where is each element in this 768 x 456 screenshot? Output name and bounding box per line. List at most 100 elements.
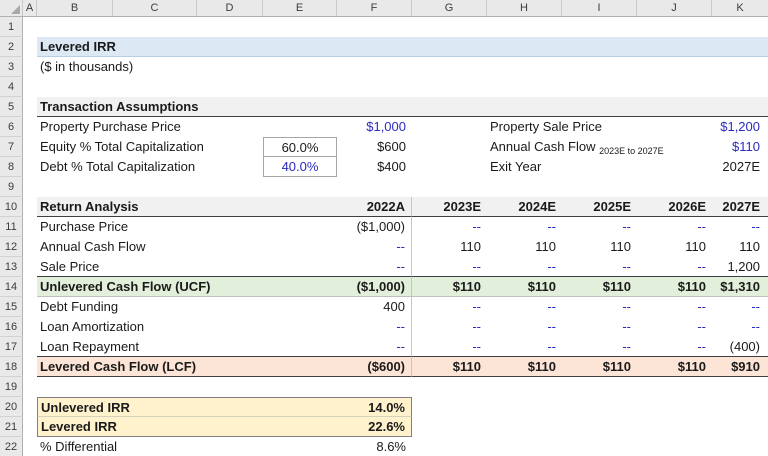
cell-value[interactable]: -- [487, 317, 562, 337]
cell-value[interactable]: $110 [637, 277, 712, 297]
cell-value[interactable]: 110 [487, 237, 562, 257]
empty-cell[interactable] [37, 17, 768, 37]
empty-cell[interactable] [412, 117, 487, 137]
cell-value[interactable]: -- [487, 337, 562, 357]
empty-cell[interactable] [23, 77, 37, 97]
row-header-15[interactable]: 15 [0, 297, 23, 317]
column-header-e[interactable]: E [263, 0, 337, 16]
select-all-corner[interactable] [0, 0, 23, 16]
cell-value[interactable]: -- [412, 257, 487, 277]
row-header-7[interactable]: 7 [0, 137, 23, 157]
row-header-3[interactable]: 3 [0, 57, 23, 77]
cell-value[interactable]: -- [337, 317, 412, 337]
cell-value[interactable]: $110 [562, 277, 637, 297]
equity-amount-value[interactable]: $600 [337, 137, 412, 157]
row-loan-repayment-label[interactable]: Loan Repayment [37, 337, 337, 357]
column-header-d[interactable]: D [197, 0, 263, 16]
row-header-5[interactable]: 5 [0, 97, 23, 117]
empty-cell[interactable] [412, 137, 487, 157]
cell-value[interactable]: 110 [712, 237, 768, 257]
row-header-2[interactable]: 2 [0, 37, 23, 57]
cell-value[interactable]: $110 [562, 357, 637, 377]
exit-year-value[interactable]: 2027E [712, 157, 768, 177]
row-purchase-price-label[interactable]: Purchase Price [37, 217, 337, 237]
annual-cash-flow-label[interactable]: Annual Cash Flow 2023E to 2027E [487, 137, 712, 157]
cell-value[interactable]: -- [337, 237, 412, 257]
row-header-4[interactable]: 4 [0, 77, 23, 97]
cell-value[interactable]: -- [712, 217, 768, 237]
row-loan-amortization-label[interactable]: Loan Amortization [37, 317, 337, 337]
empty-cell[interactable] [23, 297, 37, 317]
cell-value[interactable]: -- [412, 317, 487, 337]
page-title[interactable]: Levered IRR [37, 37, 768, 57]
empty-cell[interactable] [263, 117, 337, 137]
cell-value[interactable]: -- [637, 297, 712, 317]
cell-value[interactable]: -- [637, 257, 712, 277]
year-header-2025e[interactable]: 2025E [562, 197, 637, 217]
empty-cell[interactable] [23, 337, 37, 357]
cell-value[interactable]: -- [562, 217, 637, 237]
units-label[interactable]: ($ in thousands) [37, 57, 768, 77]
empty-cell[interactable] [23, 137, 37, 157]
empty-cell[interactable] [23, 197, 37, 217]
levered-irr-value[interactable]: 22.6% [337, 417, 412, 437]
cell-value[interactable]: 110 [637, 237, 712, 257]
row-header-1[interactable]: 1 [0, 17, 23, 37]
cell-value[interactable]: -- [712, 317, 768, 337]
cell-value[interactable]: -- [637, 317, 712, 337]
empty-cell[interactable] [412, 157, 487, 177]
empty-cell[interactable] [23, 257, 37, 277]
cell-value[interactable]: 110 [412, 237, 487, 257]
assumptions-section-header[interactable]: Transaction Assumptions [37, 97, 768, 117]
empty-cell[interactable] [412, 437, 768, 456]
empty-cell[interactable] [23, 317, 37, 337]
row-header-20[interactable]: 20 [0, 397, 23, 417]
empty-cell[interactable] [23, 97, 37, 117]
cell-value[interactable]: -- [562, 257, 637, 277]
empty-cell[interactable] [37, 77, 768, 97]
cell-value[interactable]: $110 [412, 357, 487, 377]
levered-irr-label[interactable]: Levered IRR [37, 417, 337, 437]
year-header-2022a[interactable]: 2022A [337, 197, 412, 217]
row-header-14[interactable]: 14 [0, 277, 23, 297]
cell-value[interactable]: $110 [487, 357, 562, 377]
column-header-g[interactable]: G [412, 0, 487, 16]
equity-pct-label[interactable]: Equity % Total Capitalization [37, 137, 263, 157]
annual-cash-flow-value[interactable]: $110 [712, 137, 768, 157]
return-analysis-header[interactable]: Return Analysis [37, 197, 337, 217]
cell-value[interactable]: -- [412, 217, 487, 237]
ucf-total-label[interactable]: Unlevered Cash Flow (UCF) [37, 277, 337, 297]
empty-cell[interactable] [412, 417, 768, 437]
empty-cell[interactable] [23, 417, 37, 437]
empty-cell[interactable] [23, 57, 37, 77]
row-header-17[interactable]: 17 [0, 337, 23, 357]
cell-value[interactable]: $910 [712, 357, 768, 377]
empty-cell[interactable] [23, 117, 37, 137]
empty-cell[interactable] [23, 277, 37, 297]
empty-cell[interactable] [37, 377, 768, 397]
cell-value[interactable]: -- [337, 257, 412, 277]
cell-value[interactable]: -- [637, 217, 712, 237]
debt-pct-input[interactable]: 40.0% [263, 157, 337, 177]
row-header-10[interactable]: 10 [0, 197, 23, 217]
row-header-19[interactable]: 19 [0, 377, 23, 397]
row-header-22[interactable]: 22 [0, 437, 23, 456]
cell-value[interactable]: ($1,000) [337, 277, 412, 297]
row-header-6[interactable]: 6 [0, 117, 23, 137]
cell-value[interactable]: -- [712, 297, 768, 317]
cell-value[interactable]: 400 [337, 297, 412, 317]
cell-value[interactable]: $110 [487, 277, 562, 297]
cell-value[interactable]: -- [562, 297, 637, 317]
column-header-h[interactable]: H [487, 0, 562, 16]
empty-cell[interactable] [23, 437, 37, 456]
empty-cell[interactable] [412, 397, 768, 417]
cell-value[interactable]: (400) [712, 337, 768, 357]
row-header-8[interactable]: 8 [0, 157, 23, 177]
empty-cell[interactable] [37, 177, 768, 197]
cell-value[interactable]: $1,310 [712, 277, 768, 297]
cell-value[interactable]: 1,200 [712, 257, 768, 277]
column-header-a[interactable]: A [23, 0, 37, 16]
equity-pct-input[interactable]: 60.0% [263, 137, 337, 157]
empty-cell[interactable] [23, 17, 37, 37]
column-header-b[interactable]: B [37, 0, 113, 16]
